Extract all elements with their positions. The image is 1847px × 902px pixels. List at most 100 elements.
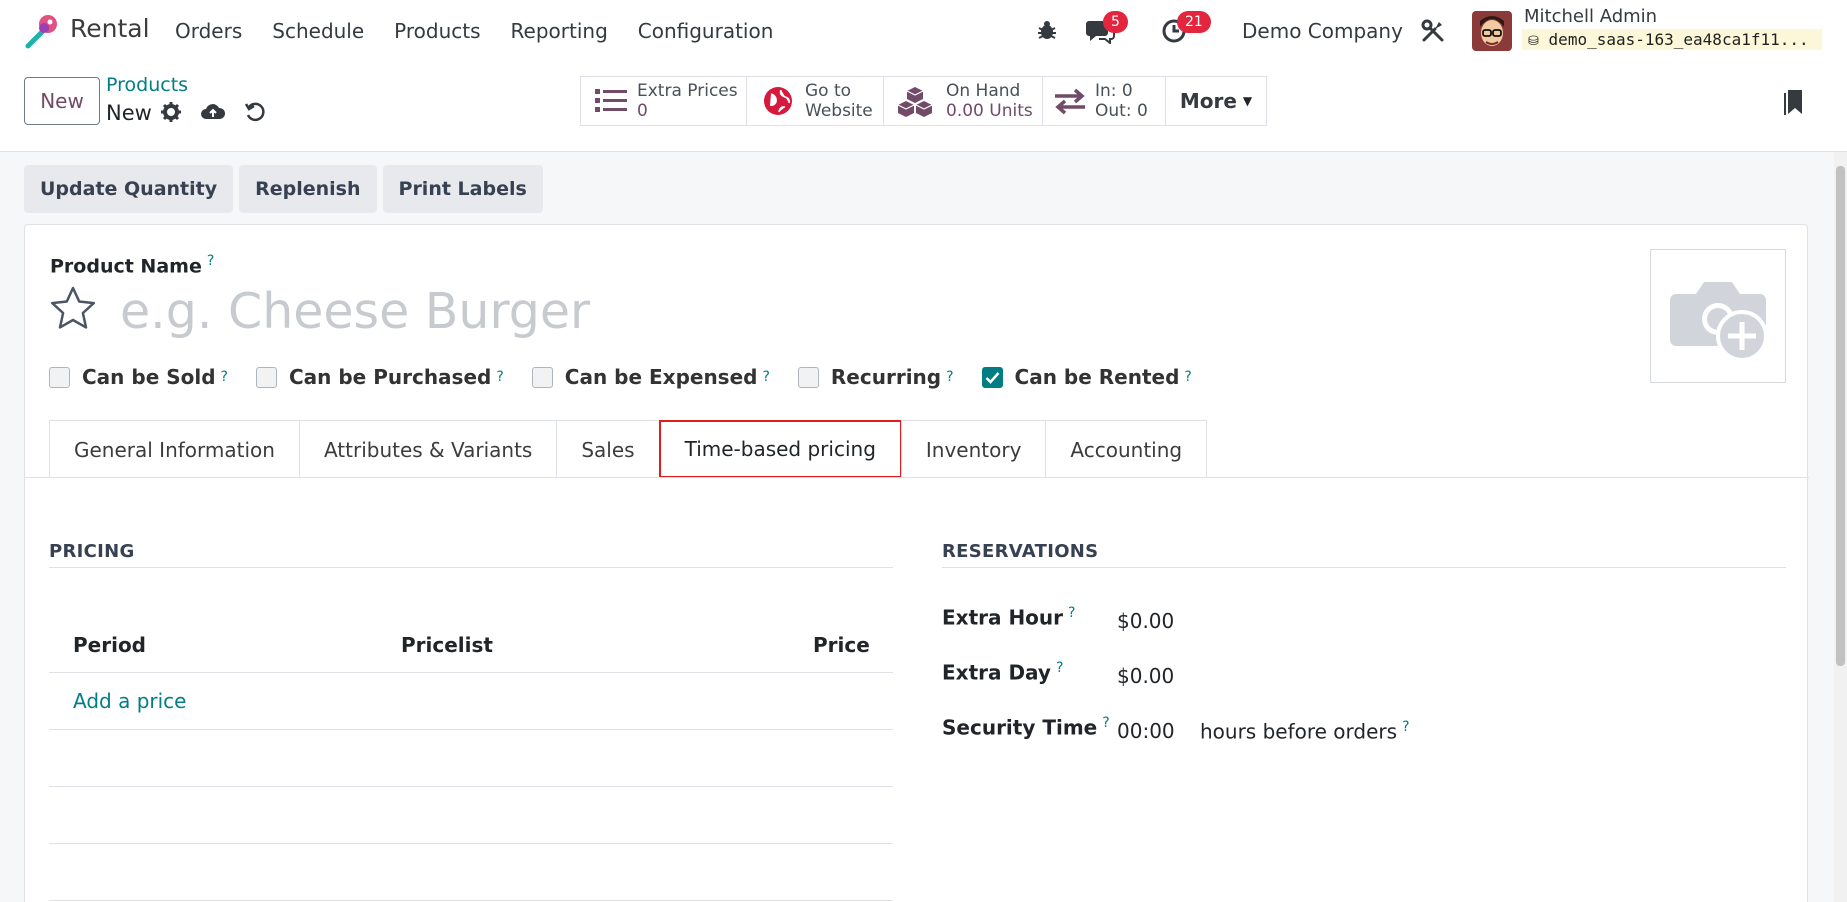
tab-sales[interactable]: Sales xyxy=(556,420,660,478)
help-tooltip[interactable]: ? xyxy=(762,369,769,385)
help-tooltip[interactable]: ? xyxy=(1068,605,1075,621)
menu-configuration[interactable]: Configuration xyxy=(638,19,774,43)
tab-accounting[interactable]: Accounting xyxy=(1045,420,1208,478)
tab-time-based-pricing[interactable]: Time-based pricing xyxy=(658,420,902,478)
extra-prices-label: Extra Prices xyxy=(637,81,738,101)
checkmark-icon xyxy=(985,371,999,384)
on-hand-value: 0.00 Units xyxy=(946,101,1033,121)
menu-schedule[interactable]: Schedule xyxy=(272,19,364,43)
more-button[interactable]: More ▼ xyxy=(1165,76,1267,126)
discard-icon[interactable] xyxy=(244,101,266,123)
record-actions xyxy=(160,101,266,123)
in-count: In: 0 xyxy=(1095,81,1133,101)
help-tooltip[interactable]: ? xyxy=(221,369,228,385)
security-time-suffix: hours before orders? xyxy=(1200,719,1410,744)
help-tooltip[interactable]: ? xyxy=(1102,715,1109,731)
database-name: ⛁ demo_saas-163_ea48ca1f11... xyxy=(1522,29,1822,50)
can-be-rented-checkbox[interactable] xyxy=(981,366,1003,388)
security-time-suffix-text: hours before orders xyxy=(1200,719,1398,744)
rental-app-icon[interactable] xyxy=(22,12,60,50)
replenish-button[interactable]: Replenish xyxy=(239,165,377,213)
action-buttons: Update Quantity Replenish Print Labels xyxy=(24,165,543,213)
caret-down-icon: ▼ xyxy=(1242,94,1253,108)
menu-reporting[interactable]: Reporting xyxy=(511,19,608,43)
can-be-purchased-option[interactable]: Can be Purchased? xyxy=(255,365,504,389)
cloud-upload-icon[interactable] xyxy=(200,101,226,123)
column-price[interactable]: Price xyxy=(813,633,870,657)
extra-hour-field[interactable]: $0.00 xyxy=(1117,609,1174,633)
in-out-button[interactable]: In: 0 Out: 0 xyxy=(1042,76,1166,126)
tab-attributes-variants[interactable]: Attributes & Variants xyxy=(298,420,558,478)
can-be-expensed-label: Can be Expensed xyxy=(564,365,758,389)
database-label: demo_saas-163_ea48ca1f11... xyxy=(1548,30,1809,49)
column-pricelist[interactable]: Pricelist xyxy=(401,633,493,657)
help-tooltip[interactable]: ? xyxy=(1402,719,1409,735)
app-name[interactable]: Rental xyxy=(70,14,150,43)
reservations-section-title: RESERVATIONS xyxy=(942,541,1099,562)
print-labels-button[interactable]: Print Labels xyxy=(382,165,543,213)
website-line1: Go to xyxy=(805,81,852,101)
extra-prices-button[interactable]: Extra Prices 0 xyxy=(580,76,747,126)
table-row xyxy=(49,730,893,787)
security-time-label-text: Security Time xyxy=(942,715,1098,740)
product-image[interactable] xyxy=(1650,249,1786,383)
help-tooltip[interactable]: ? xyxy=(1184,369,1191,385)
recurring-checkbox[interactable] xyxy=(797,366,819,388)
extra-hour-label: Extra Hour? xyxy=(942,605,1075,630)
cubes-icon xyxy=(897,87,933,117)
help-tooltip[interactable]: ? xyxy=(496,369,503,385)
form-sheet: Product Name? Can be Sold? Can be Purcha… xyxy=(24,224,1809,902)
can-be-sold-checkbox[interactable] xyxy=(49,366,70,388)
menu-products[interactable]: Products xyxy=(394,19,480,43)
user-name[interactable]: Mitchell Admin xyxy=(1524,6,1657,27)
can-be-rented-option[interactable]: Can be Rented? xyxy=(981,365,1192,389)
scrollbar-thumb[interactable] xyxy=(1836,166,1845,666)
page-scrollbar[interactable] xyxy=(1834,152,1847,902)
help-tooltip[interactable]: ? xyxy=(207,253,214,269)
can-be-sold-label: Can be Sold xyxy=(82,365,216,389)
go-to-website-button[interactable]: Go to Website xyxy=(746,76,884,126)
transfer-arrows-icon xyxy=(1055,88,1085,115)
help-tooltip[interactable]: ? xyxy=(1056,660,1063,676)
pricing-section-title: PRICING xyxy=(49,541,135,562)
extra-day-field[interactable]: $0.00 xyxy=(1117,664,1174,688)
menu-orders[interactable]: Orders xyxy=(175,19,242,43)
out-count: Out: 0 xyxy=(1095,101,1148,121)
tools-icon[interactable] xyxy=(1421,19,1445,43)
reservations-divider xyxy=(942,567,1786,568)
update-quantity-button[interactable]: Update Quantity xyxy=(24,165,234,213)
extra-day-label: Extra Day? xyxy=(942,660,1063,685)
recurring-label: Recurring xyxy=(830,365,942,389)
globe-icon xyxy=(764,87,792,115)
product-name-label: Product Name? xyxy=(50,253,214,277)
product-name-input[interactable] xyxy=(120,283,1620,340)
tab-inventory[interactable]: Inventory xyxy=(900,420,1047,478)
can-be-expensed-checkbox[interactable] xyxy=(531,366,553,388)
can-be-purchased-label: Can be Purchased xyxy=(288,365,492,389)
column-period[interactable]: Period xyxy=(73,633,146,657)
new-button[interactable]: New xyxy=(24,77,100,125)
tab-general-information[interactable]: General Information xyxy=(49,420,300,478)
can-be-sold-option[interactable]: Can be Sold? xyxy=(49,365,228,389)
help-tooltip[interactable]: ? xyxy=(946,369,953,385)
bug-icon[interactable] xyxy=(1036,19,1058,41)
list-icon xyxy=(595,89,627,112)
add-price-link[interactable]: Add a price xyxy=(73,689,186,713)
on-hand-button[interactable]: On Hand 0.00 Units xyxy=(883,76,1043,126)
can-be-purchased-checkbox[interactable] xyxy=(255,366,277,388)
product-name-label-text: Product Name xyxy=(50,255,202,278)
can-be-expensed-option[interactable]: Can be Expensed? xyxy=(531,365,770,389)
table-row xyxy=(49,844,893,901)
user-avatar[interactable] xyxy=(1472,11,1512,51)
breadcrumb-current: New xyxy=(106,101,152,125)
bookmark-icon[interactable] xyxy=(1784,88,1806,116)
security-time-field[interactable]: 00:00 xyxy=(1117,719,1175,743)
recurring-option[interactable]: Recurring? xyxy=(797,365,954,389)
company-switcher[interactable]: Demo Company xyxy=(1242,19,1403,43)
favorite-star-icon[interactable] xyxy=(49,285,97,331)
table-row xyxy=(49,787,893,844)
breadcrumb-products[interactable]: Products xyxy=(106,74,188,96)
gear-icon[interactable] xyxy=(160,101,182,123)
product-options: Can be Sold? Can be Purchased? Can be Ex… xyxy=(49,365,1220,389)
security-time-label: Security Time? xyxy=(942,715,1110,740)
